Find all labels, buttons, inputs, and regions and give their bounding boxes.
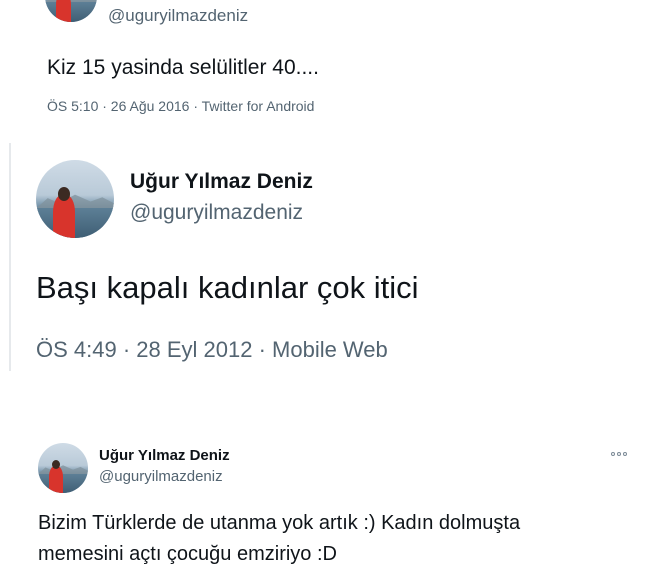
quote-divider (9, 143, 11, 371)
tweet-1-text: Kiz 15 yasinda selülitler 40.... (47, 56, 319, 79)
tweet-1-handle[interactable]: @uguryilmazdeniz (108, 6, 248, 26)
more-options-icon[interactable] (611, 452, 627, 456)
tweet-3-name[interactable]: Uğur Yılmaz Deniz (99, 447, 230, 464)
tweet-2-meta[interactable]: ÖS 4:49 · 28 Eyl 2012 · Mobile Web (36, 337, 388, 363)
tweet-2-text: Başı kapalı kadınlar çok itici (36, 270, 419, 305)
tweet-1-meta[interactable]: ÖS 5:10 · 26 Ağu 2016 · Twitter for Andr… (47, 98, 314, 114)
tweet-2-handle[interactable]: @uguryilmazdeniz (130, 201, 303, 225)
tweet-2-name[interactable]: Uğur Yılmaz Deniz (130, 170, 313, 194)
tweet-3-handle[interactable]: @uguryilmazdeniz (99, 468, 223, 485)
tweet-3-text-line-2: memesini açtı çocuğu emziriyo :D (38, 543, 337, 565)
avatar[interactable] (45, 0, 97, 22)
avatar[interactable] (38, 443, 88, 493)
tweet-3-text-line-1: Bizim Türklerde de utanma yok artık :) K… (38, 512, 521, 534)
avatar[interactable] (36, 160, 114, 238)
